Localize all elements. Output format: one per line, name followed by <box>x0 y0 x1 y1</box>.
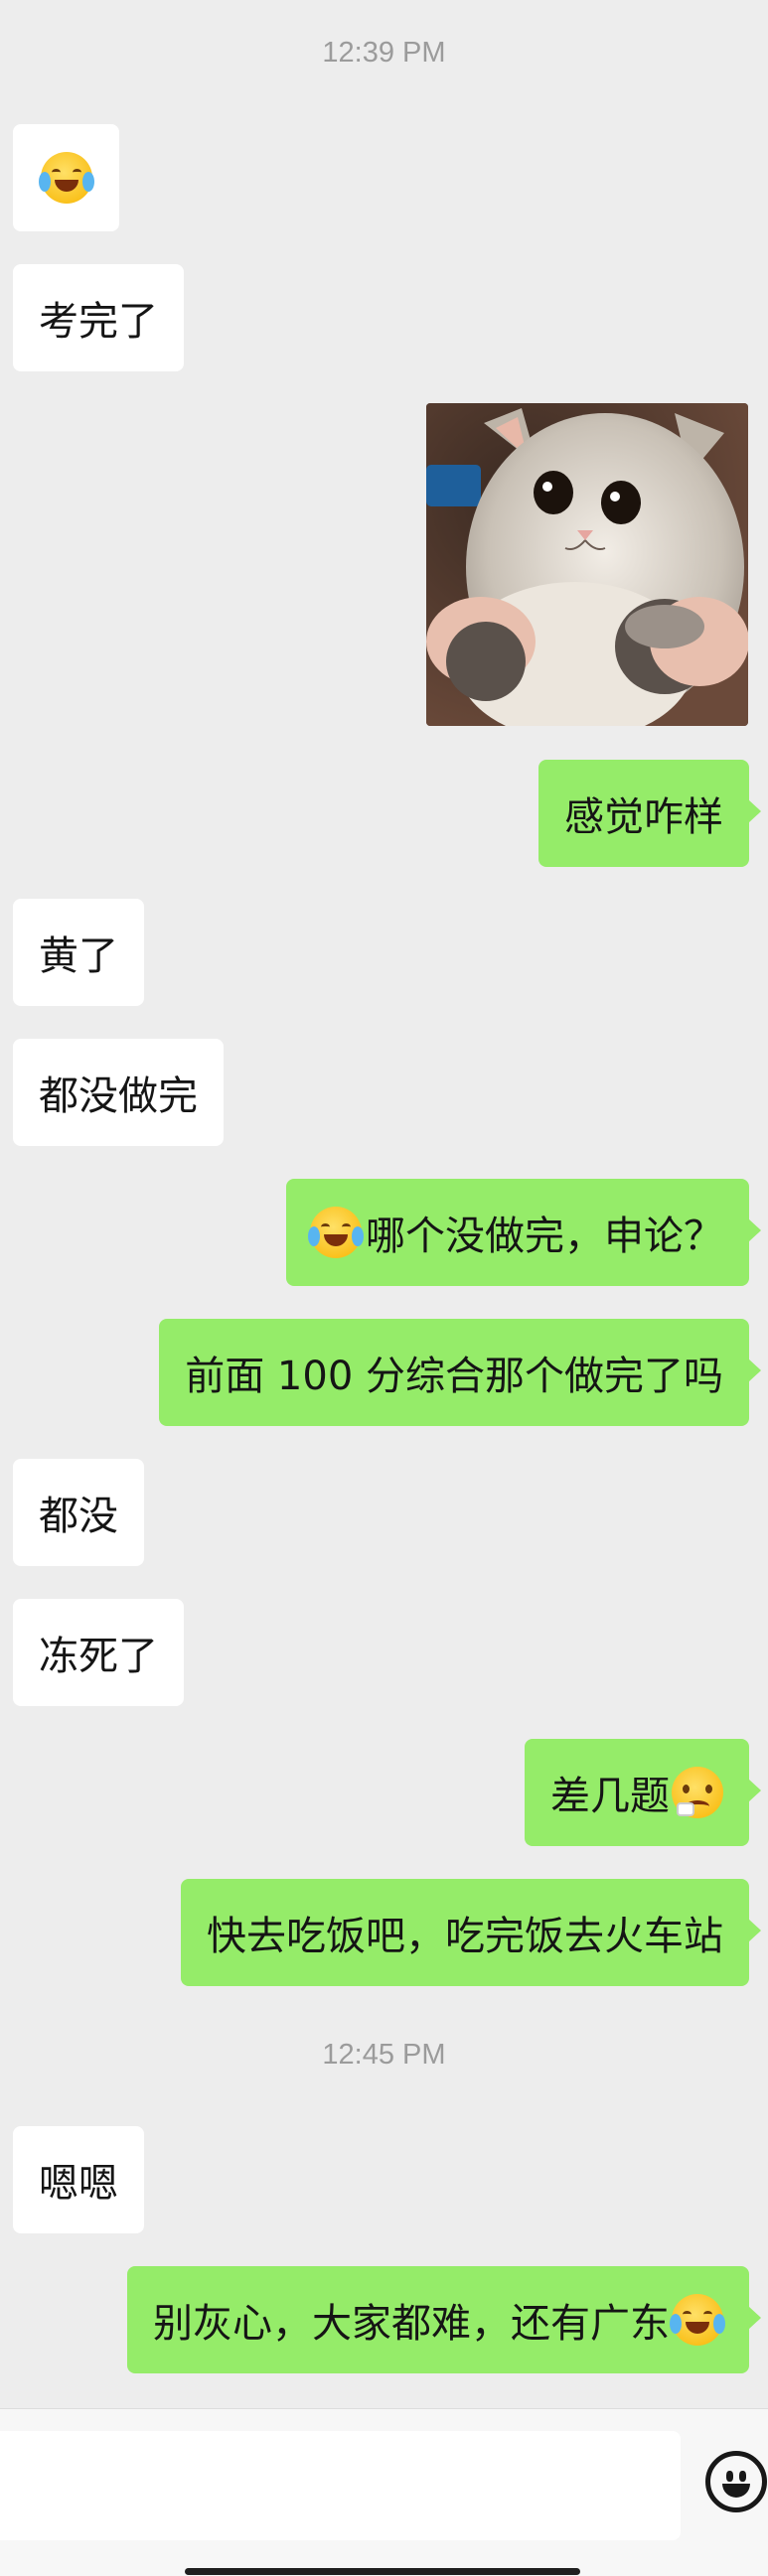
image-message-cat[interactable] <box>426 403 748 726</box>
sad-tissue-emoji-icon <box>672 1767 723 1818</box>
laugh-cry-emoji-icon <box>38 152 94 204</box>
message-bubble-received[interactable]: 嗯嗯 <box>13 2126 144 2233</box>
timestamp: 12:39 PM <box>322 37 446 69</box>
message-text: 考完了 <box>39 299 158 345</box>
message-text: 哪个没做完，申论？ <box>366 1214 723 1259</box>
home-indicator <box>185 2568 580 2575</box>
message-bubble-sent[interactable]: 前面 100 分综合那个做完了吗 <box>159 1319 761 1426</box>
smile-icon[interactable] <box>705 2451 767 2512</box>
message-bubble-sent[interactable]: 感觉咋样 <box>538 760 761 867</box>
message-bubble-received[interactable]: 考完了 <box>13 264 184 371</box>
chat-thread: 12:39 PM 考完了 感觉咋样 黄了 都没做完 哪个没做完，申论？ 前面 1… <box>0 0 768 2408</box>
message-bubble-received[interactable]: 黄了 <box>13 899 144 1006</box>
message-text: 冻死了 <box>39 1634 158 1679</box>
input-bar <box>0 2408 768 2576</box>
message-bubble-sent[interactable]: 哪个没做完，申论？ <box>286 1179 761 1286</box>
message-bubble-received[interactable]: 冻死了 <box>13 1599 184 1706</box>
message-text: 前面 100 分综合那个做完了吗 <box>185 1354 723 1399</box>
message-bubble-sent[interactable]: 别灰心，大家都难，还有广东 <box>127 2266 761 2373</box>
message-text: 快去吃饭吧，吃完饭去火车站 <box>207 1914 723 1959</box>
message-bubble-received[interactable] <box>13 124 119 231</box>
message-text: 都没 <box>39 1494 118 1539</box>
message-text: 嗯嗯 <box>39 2161 118 2207</box>
message-text: 差几题 <box>550 1774 670 1819</box>
message-text: 别灰心，大家都难，还有广东 <box>153 2301 670 2347</box>
message-input[interactable] <box>0 2431 681 2540</box>
message-text: 黄了 <box>39 933 118 979</box>
message-bubble-received[interactable]: 都没 <box>13 1459 144 1566</box>
message-text: 都没做完 <box>39 1073 198 1119</box>
message-bubble-sent[interactable]: 差几题 <box>525 1739 761 1846</box>
message-text: 感觉咋样 <box>564 794 723 840</box>
message-bubble-received[interactable]: 都没做完 <box>13 1039 224 1146</box>
laugh-cry-emoji-icon <box>308 1207 364 1258</box>
timestamp: 12:45 PM <box>322 2039 446 2071</box>
cat-photo <box>426 403 748 726</box>
laugh-cry-emoji-icon <box>670 2294 725 2346</box>
message-bubble-sent[interactable]: 快去吃饭吧，吃完饭去火车站 <box>181 1879 761 1986</box>
